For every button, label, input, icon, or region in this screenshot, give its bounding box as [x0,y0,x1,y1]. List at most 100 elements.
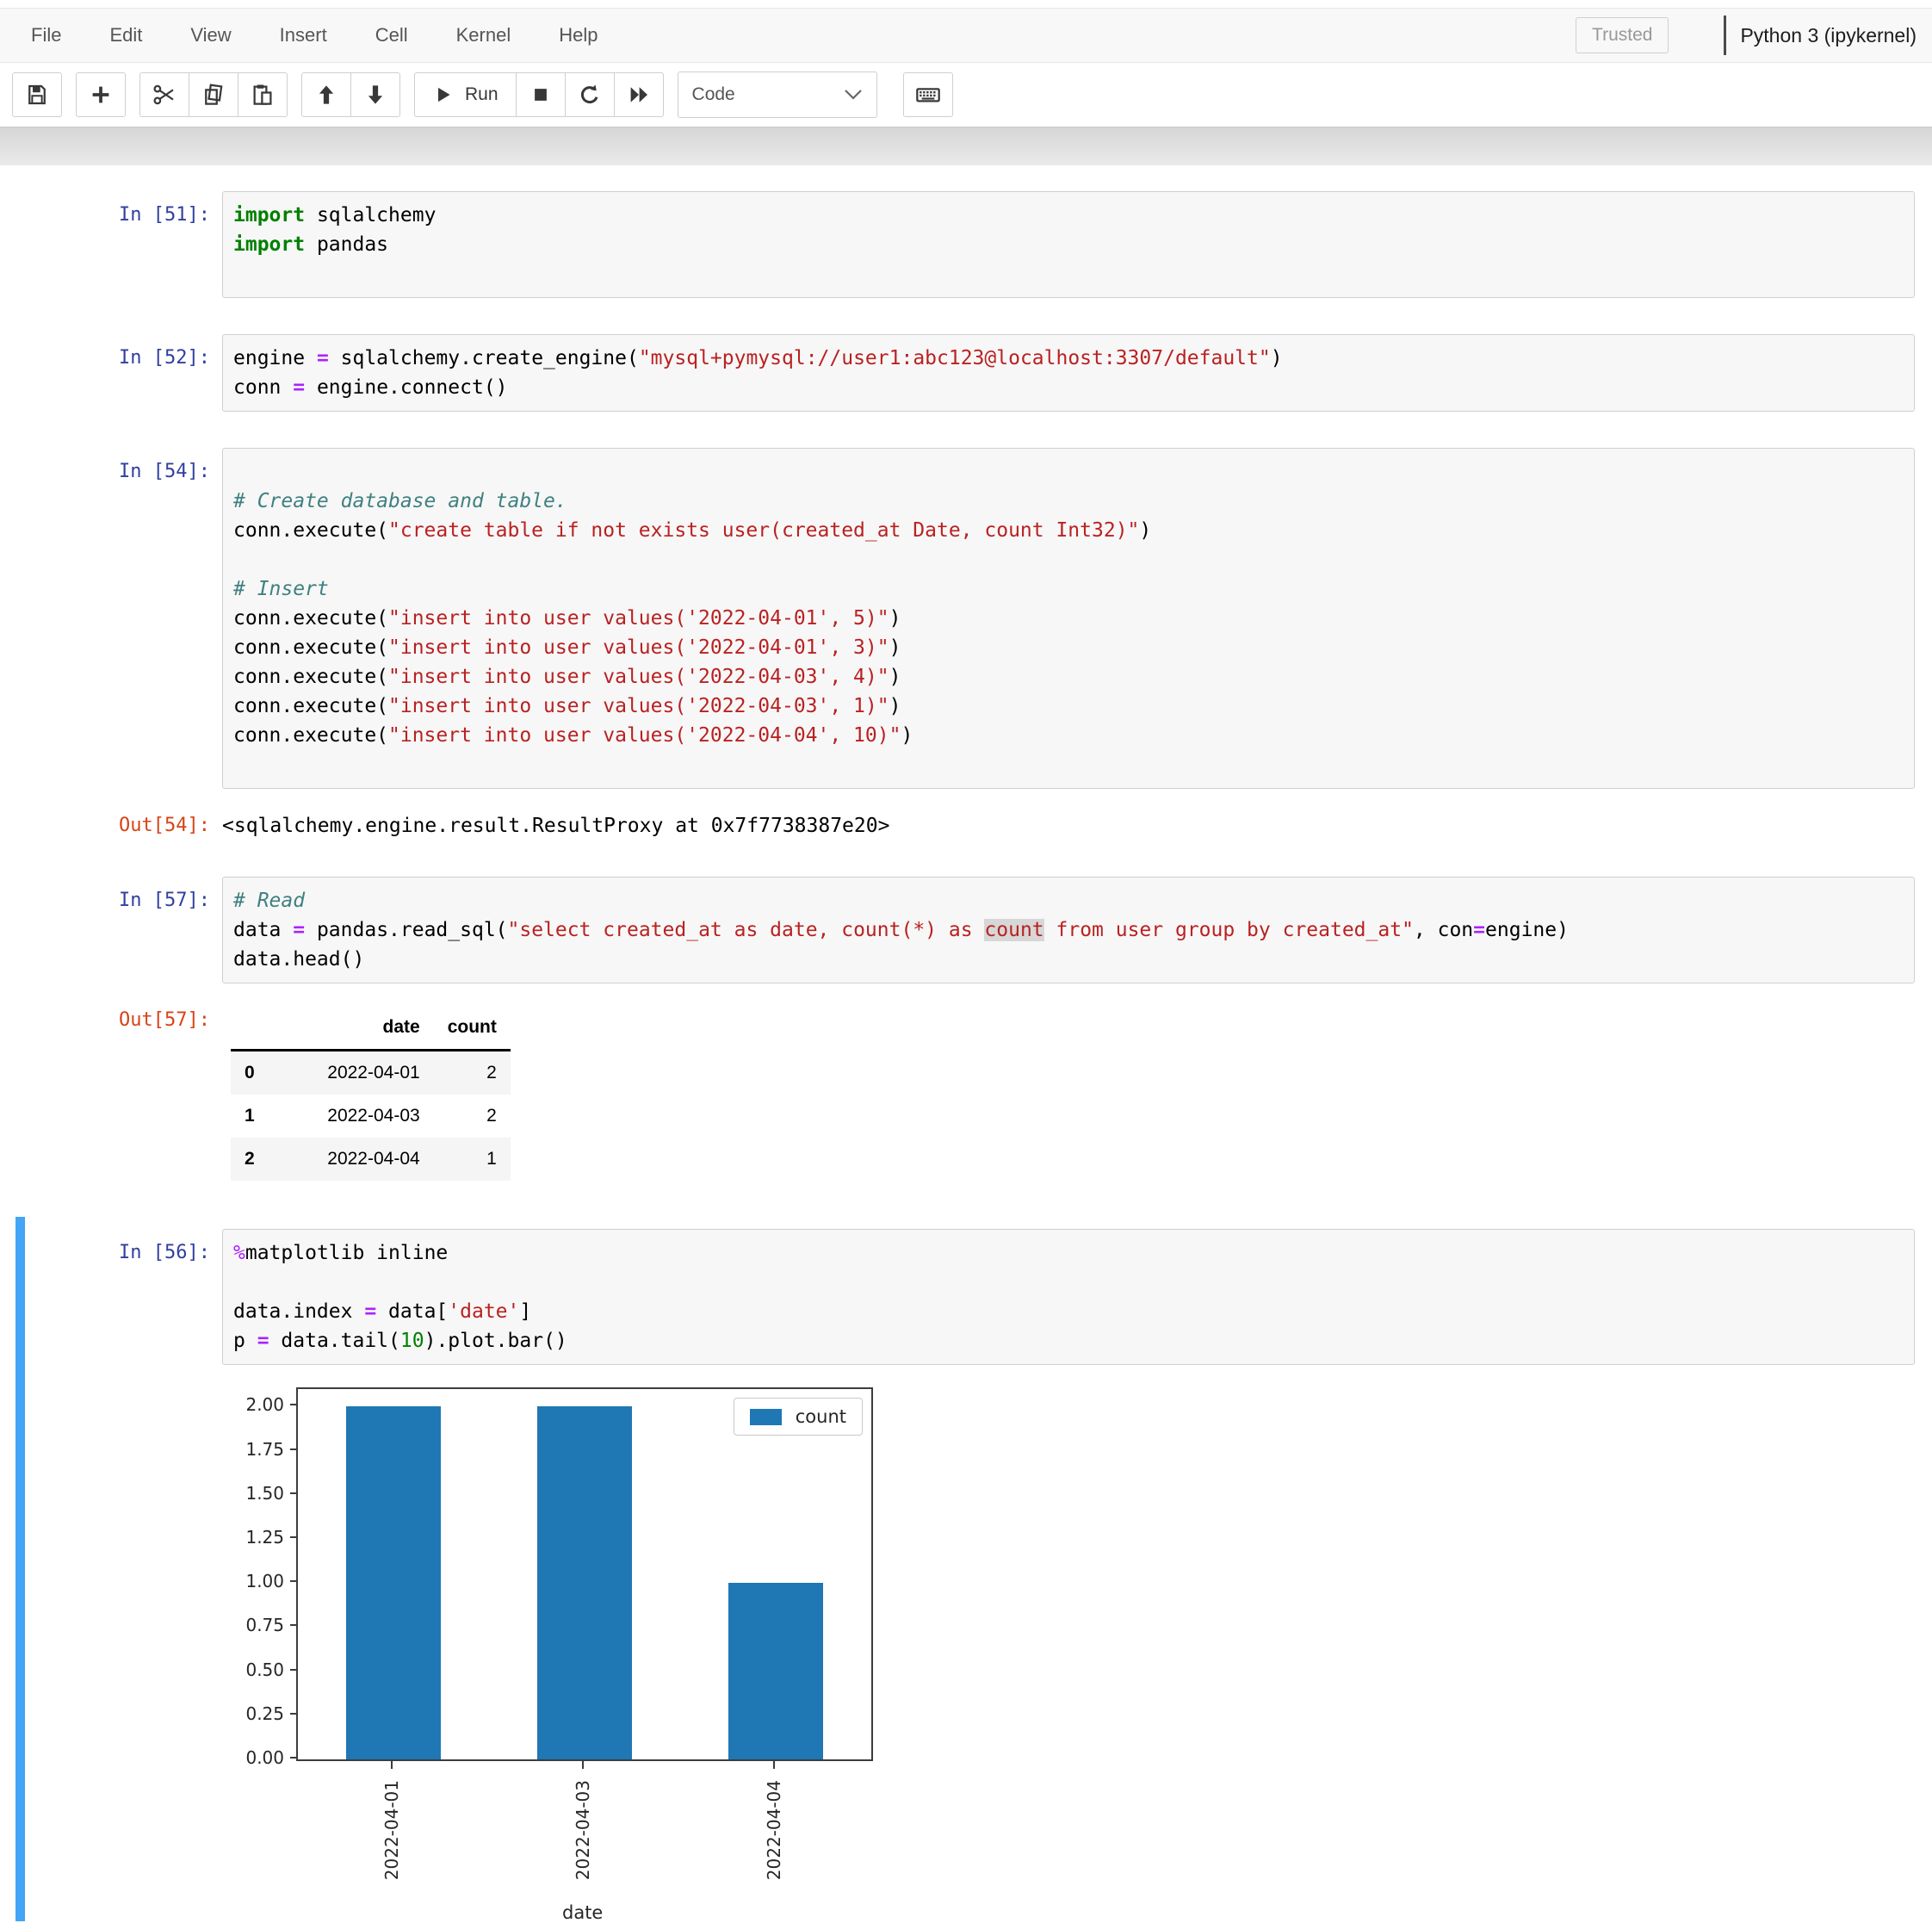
arrow-down-icon [362,82,388,108]
menu-kernel[interactable]: Kernel [456,24,511,47]
code-line: data = pandas.read_sql("select created_a… [233,915,1904,945]
x-axis-title: date [562,1902,603,1923]
run-button-label: Run [465,84,498,105]
cell-input-row: In [57]:# Readdata = pandas.read_sql("se… [15,877,1915,983]
column-header: count [434,1006,511,1051]
cell-type-value: Code [692,84,735,105]
table-corner-cell [231,1006,269,1051]
menu-edit[interactable]: Edit [109,24,142,47]
y-tick-label: 0.00 [227,1747,284,1768]
toolbar-shadow-strip [0,127,1932,165]
y-tick-mark [290,1448,298,1450]
output-text: <sqlalchemy.engine.result.ResultProxy at… [222,811,1915,841]
cell-type-dropdown[interactable]: Code [678,71,877,118]
cut-cell-button[interactable] [139,72,189,117]
y-tick-mark [290,1669,298,1671]
cell-output-row: Out[54]:<sqlalchemy.engine.result.Result… [15,811,1915,841]
command-palette-button[interactable] [903,72,953,117]
y-tick-mark [290,1536,298,1538]
cell-count: 1 [434,1138,511,1181]
input-prompt: In [52]: [15,334,222,373]
code-line: p = data.tail(10).plot.bar() [233,1326,1904,1355]
input-prompt: In [54]: [15,448,222,487]
code-input[interactable]: engine = sqlalchemy.create_engine("mysql… [222,334,1915,412]
bar [346,1406,441,1759]
row-index: 0 [231,1051,269,1095]
code-line [233,457,1904,487]
input-prompt: In [56]: [15,1229,222,1268]
cell-date: 2022-04-01 [269,1051,434,1095]
keyboard-icon [914,81,942,109]
input-prompt: In [57]: [15,877,222,915]
y-tick-mark [290,1624,298,1626]
code-line [233,1268,1904,1297]
code-input[interactable]: # Readdata = pandas.read_sql("select cre… [222,877,1915,983]
output-prompt: Out[57]: [15,1006,222,1035]
cell-in-52: In [52]: engine = sqlalchemy.create_engin… [15,334,1915,412]
y-tick-label: 0.25 [227,1703,284,1724]
chevron-down-icon [844,89,863,101]
code-line: engine = sqlalchemy.create_engine("mysql… [233,344,1904,373]
y-tick-mark [290,1580,298,1582]
plus-icon [88,82,114,108]
move-cell-down-button[interactable] [350,72,400,117]
restart-kernel-button[interactable] [565,72,615,117]
bar [537,1406,632,1759]
menu-help[interactable]: Help [559,24,598,47]
menu-bar: File Edit View Insert Cell Kernel Help Trusted… [0,8,1932,63]
restart-icon [577,82,603,108]
restart-run-all-button[interactable] [614,72,664,117]
code-line: %matplotlib inline [233,1238,1904,1268]
code-line: # Create database and table. [233,487,1904,516]
cell-output-row: count0.000.250.500.751.001.251.501.752.0… [15,1387,1915,1921]
cell-input-row: In [51]:import sqlalchemyimport pandas [15,191,1915,298]
save-button[interactable] [12,72,62,117]
arrow-up-icon [313,82,339,108]
cell-input-row: In [54]: # Create database and table.con… [15,448,1915,789]
cell-in-57: In [57]:# Readdata = pandas.read_sql("se… [15,877,1915,1181]
table-row: 12022-04-032 [231,1095,511,1138]
move-cell-up-button[interactable] [301,72,351,117]
cell-input-row: In [52]: engine = sqlalchemy.create_engin… [15,334,1915,412]
interrupt-kernel-button[interactable] [516,72,566,117]
table-header-row: datecount [231,1006,511,1051]
code-line: conn.execute("create table if not exists… [233,516,1904,545]
scissors-icon [152,82,177,108]
code-input[interactable]: import sqlalchemyimport pandas [222,191,1915,298]
figure-output: count0.000.250.500.751.001.251.501.752.0… [227,1387,890,1921]
cell-date: 2022-04-03 [269,1095,434,1138]
output-content: datecount02022-04-01212022-04-03222022-0… [222,1006,1915,1181]
menu-file[interactable]: File [31,24,61,47]
kernel-name: Python 3 (ipykernel) [1740,24,1917,47]
notebook-area: In [51]:import sqlalchemyimport pandas I… [0,165,1932,1921]
code-line: # Insert [233,574,1904,604]
y-tick-label: 1.00 [227,1571,284,1591]
code-input[interactable]: # Create database and table.conn.execute… [222,448,1915,789]
trusted-button[interactable]: Trusted [1576,17,1669,53]
code-line [233,750,1904,779]
cell-in-54: In [54]: # Create database and table.con… [15,448,1915,841]
code-line: conn.execute("insert into user values('2… [233,604,1904,633]
insert-cell-below-button[interactable] [76,72,126,117]
code-input[interactable]: %matplotlib inline data.index = data['da… [222,1229,1915,1365]
run-button[interactable]: Run [414,72,517,117]
toolbar: Run Code [0,63,1932,127]
menu-view[interactable]: View [190,24,231,47]
chart-axes: count [296,1387,873,1761]
cell-date: 2022-04-04 [269,1138,434,1181]
x-tick-mark [773,1761,775,1769]
menu-insert[interactable]: Insert [280,24,327,47]
copy-icon [201,82,226,108]
code-line: data.index = data['date'] [233,1297,1904,1326]
code-line: conn = engine.connect() [233,373,1904,402]
output-prompt: Out[54]: [15,811,222,841]
cell-count: 2 [434,1095,511,1138]
cell-input-row: In [56]:%matplotlib inline data.index = … [15,1229,1915,1365]
x-tick-mark [582,1761,584,1769]
menu-cell[interactable]: Cell [375,24,408,47]
copy-cell-button[interactable] [189,72,238,117]
paste-cell-button[interactable] [238,72,288,117]
code-line: # Read [233,886,1904,915]
y-tick-mark [290,1404,298,1405]
code-line [233,545,1904,574]
